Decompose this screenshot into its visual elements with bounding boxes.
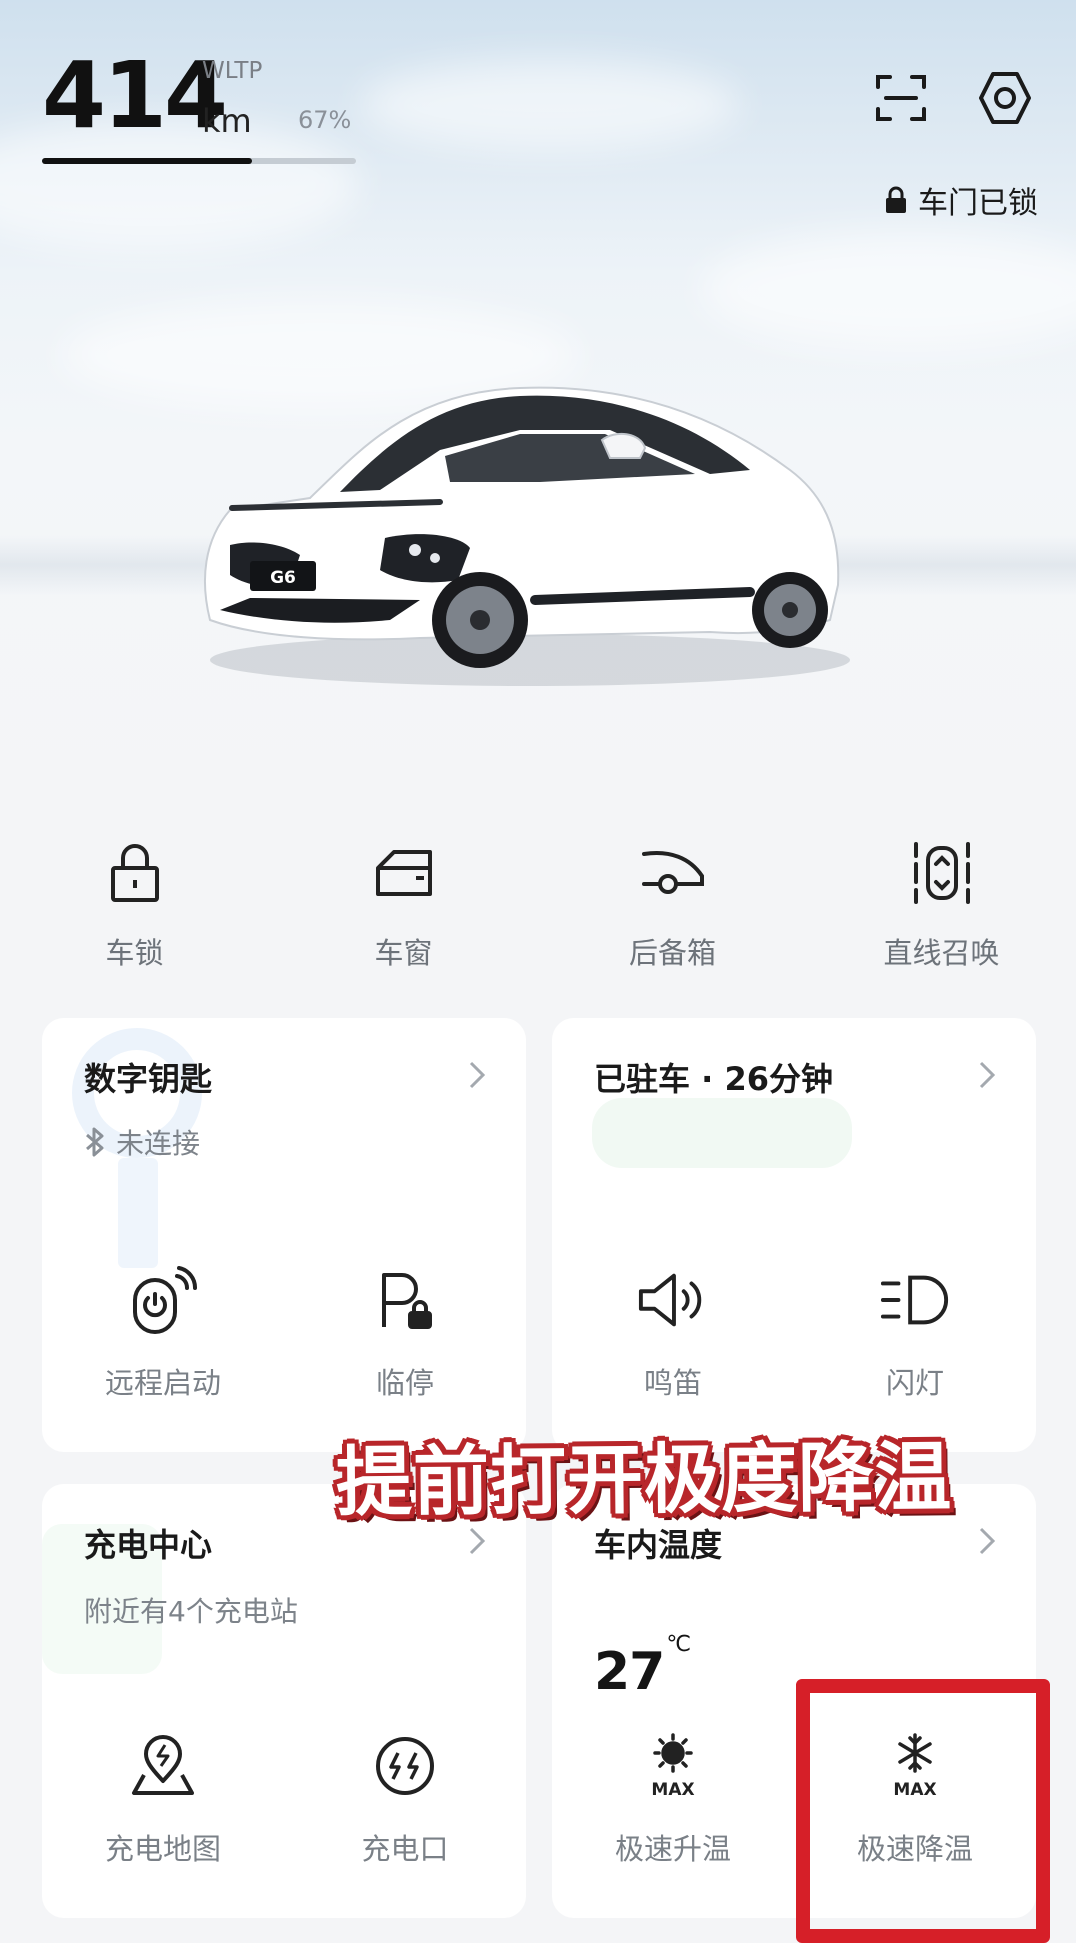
horn-button[interactable]: 鸣笛 <box>552 1264 794 1402</box>
chevron-right-icon <box>469 1061 486 1089</box>
quick-trunk-label: 后备箱 <box>628 936 716 970</box>
lock-small-icon <box>886 186 906 213</box>
parking-card[interactable]: 已驻车 · 26分钟 鸣笛 闪灯 <box>552 1018 1036 1452</box>
charging-port-button[interactable]: 充电口 <box>284 1730 526 1868</box>
door-lock-label: 车门已锁 <box>918 186 1038 221</box>
charging-map-icon <box>132 1735 194 1795</box>
remote-start-button[interactable]: 远程启动 <box>42 1264 284 1402</box>
digital-key-status-label: 未连接 <box>116 1127 201 1160</box>
quick-summon[interactable]: 直线召唤 <box>807 838 1076 978</box>
gear-icon <box>979 72 1031 124</box>
remote-start-label: 远程启动 <box>104 1366 221 1400</box>
quick-controls: 车锁 车窗 后备箱 直线召唤 <box>0 838 1076 978</box>
parking-lock-icon <box>382 1273 432 1329</box>
highlight-box <box>796 1679 1050 1943</box>
scan-button[interactable] <box>871 68 931 128</box>
range-unit: km <box>202 102 252 140</box>
battery-percent: 67% <box>298 106 352 134</box>
rapid-heat-label: 极速升温 <box>614 1832 731 1866</box>
quick-window[interactable]: 车窗 <box>269 838 538 978</box>
car-plate: G6 <box>270 568 296 588</box>
charging-title: 充电中心 <box>84 1526 213 1564</box>
temporary-parking-button[interactable]: 临停 <box>284 1264 526 1402</box>
bluetooth-icon <box>86 1127 104 1157</box>
temperature-unit: ℃ <box>666 1631 691 1657</box>
temporary-parking-label: 临停 <box>375 1366 434 1400</box>
headlight-icon <box>880 1275 949 1325</box>
charging-card[interactable]: 充电中心 附近有4个充电站 充电地图 充电口 <box>42 1484 526 1918</box>
cabin-temperature: 27℃ <box>594 1632 691 1702</box>
flash-lights-label: 闪灯 <box>885 1366 944 1400</box>
digital-key-title: 数字钥匙 <box>84 1060 213 1098</box>
quick-lock[interactable]: 车锁 <box>0 838 269 978</box>
quick-window-label: 车窗 <box>374 936 433 970</box>
door-lock-status: 车门已锁 <box>884 178 1038 222</box>
chevron-right-icon <box>979 1061 996 1089</box>
parking-title: 已驻车 · 26分钟 <box>594 1060 833 1098</box>
horn-icon <box>638 1273 702 1327</box>
battery-bar-fill <box>42 158 253 164</box>
battery-bar <box>42 158 356 164</box>
flash-lights-button[interactable]: 闪灯 <box>794 1264 1036 1402</box>
digital-key-card[interactable]: 数字钥匙 未连接 远程启动 临停 <box>42 1018 526 1452</box>
sun-max-icon: MAX <box>651 1733 695 1799</box>
chevron-right-icon <box>469 1527 486 1555</box>
lock-icon <box>110 844 159 902</box>
cabin-temperature-value: 27 <box>594 1642 665 1702</box>
scan-icon <box>876 75 926 121</box>
window-icon <box>375 850 432 896</box>
car-image: G6 <box>203 386 850 686</box>
chevron-right-icon <box>979 1527 996 1555</box>
horn-label: 鸣笛 <box>643 1366 702 1400</box>
quick-lock-label: 车锁 <box>105 936 164 970</box>
charging-port-icon <box>376 1737 434 1795</box>
digital-key-status: 未连接 <box>84 1122 200 1162</box>
trunk-icon <box>641 851 704 894</box>
summon-icon <box>913 842 970 904</box>
remote-start-icon <box>133 1266 198 1334</box>
range-standard: WLTP <box>202 58 263 84</box>
charging-map-button[interactable]: 充电地图 <box>42 1730 284 1868</box>
charging-map-label: 充电地图 <box>104 1832 221 1866</box>
quick-trunk[interactable]: 后备箱 <box>538 838 807 978</box>
svg-text:MAX: MAX <box>651 1780 694 1799</box>
overlay-caption: 提前打开极度降温 <box>335 1432 953 1527</box>
quick-summon-label: 直线召唤 <box>883 936 1000 970</box>
charging-port-label: 充电口 <box>361 1832 449 1866</box>
settings-button[interactable] <box>975 68 1035 128</box>
range-value: 414 <box>42 42 228 149</box>
charging-subtitle: 附近有4个充电站 <box>84 1595 298 1628</box>
rapid-heat-button[interactable]: MAX 极速升温 <box>552 1730 794 1868</box>
